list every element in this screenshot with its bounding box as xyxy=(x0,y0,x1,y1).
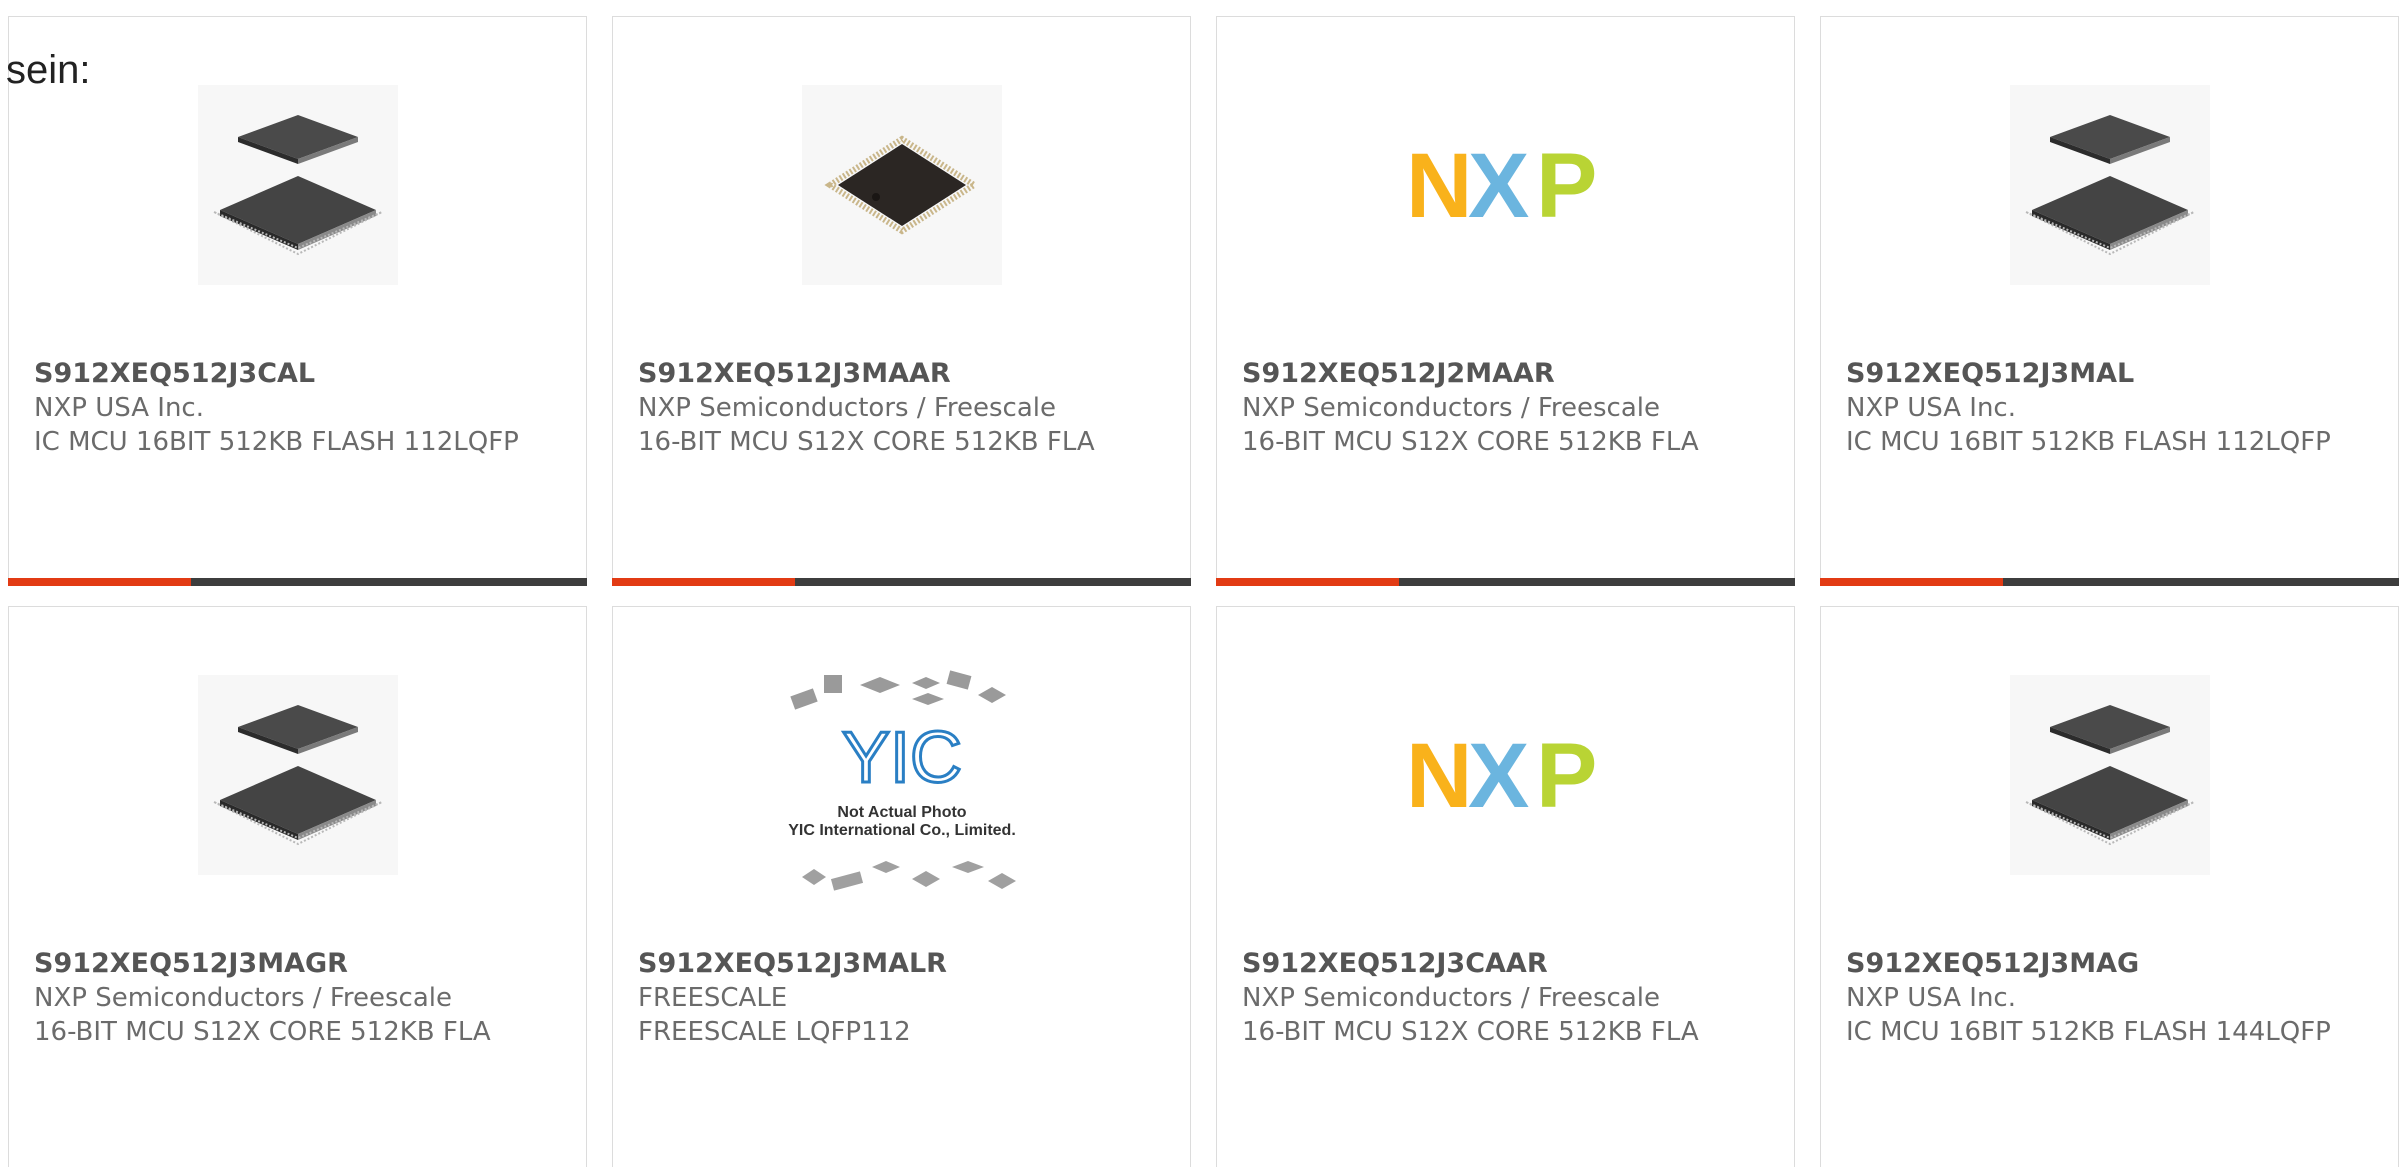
svg-text:P: P xyxy=(1536,145,1597,225)
description: 16-BIT MCU S12X CORE 512KB FLA xyxy=(1242,427,1699,457)
part-number-link[interactable]: S912XEQ512J3MAGR xyxy=(34,947,566,981)
manufacturer: FREESCALE xyxy=(638,983,788,1013)
product-card[interactable]: N X P S912XEQ512J2MAAR NXP Semiconductors / … xyxy=(1216,16,1795,586)
card-bottom-bar xyxy=(8,578,587,586)
part-number-link[interactable]: S912XEQ512J3MAL xyxy=(1846,357,2378,391)
svg-text:P: P xyxy=(1536,735,1597,815)
card-accent-bar xyxy=(8,578,191,586)
product-grid-page: sein: S912XEQ512J3CAL NXP USA Inc. IC MCU … xyxy=(0,0,2400,1167)
product-card[interactable]: S912XEQ512J3MAAR NXP Semiconductors / Fre… xyxy=(612,16,1191,586)
nxp-logo[interactable]: NXP xyxy=(1406,85,1606,285)
svg-text:X: X xyxy=(1468,145,1529,225)
product-info: S912XEQ512J3MAG NXP USA Inc. IC MCU 16BIT … xyxy=(1846,947,2378,1049)
manufacturer: NXP USA Inc. xyxy=(34,393,204,423)
svg-text:YIC International Co., Limited: YIC International Co., Limited. xyxy=(788,822,1016,839)
qfp-pair-icon[interactable] xyxy=(197,85,398,285)
product-card[interactable]: S912XEQ512J3MAG NXP USA Inc. IC MCU 16BIT … xyxy=(1820,606,2399,1167)
svg-text:Not Actual Photo: Not Actual Photo xyxy=(837,804,966,821)
intro-text: sein: xyxy=(6,48,91,92)
product-info: S912XEQ512J3MAL NXP USA Inc. IC MCU 16BIT … xyxy=(1846,357,2378,459)
card-bottom-bar xyxy=(1216,578,1795,586)
card-bottom-bar xyxy=(612,578,1191,586)
product-card[interactable]: YIC Not Actual Photo YIC International Co.… xyxy=(612,606,1191,1167)
manufacturer: NXP Semiconductors / Freescale xyxy=(1242,393,1661,423)
svg-text:N: N xyxy=(1406,145,1472,225)
product-card[interactable]: S912XEQ512J3MAGR NXP Semiconductors / Fre… xyxy=(8,606,587,1167)
description: 16-BIT MCU S12X CORE 512KB FLA xyxy=(34,1017,491,1047)
description: IC MCU 16BIT 512KB FLASH 112LQFP xyxy=(1846,427,2331,457)
description: FREESCALE LQFP112 xyxy=(638,1017,911,1047)
manufacturer: NXP Semiconductors / Freescale xyxy=(34,983,453,1013)
card-accent-bar xyxy=(1216,578,1399,586)
product-card[interactable]: S912XEQ512J3MAL NXP USA Inc. IC MCU 16BIT … xyxy=(1820,16,2399,586)
product-info: S912XEQ512J2MAAR NXP Semiconductors / Fre… xyxy=(1242,357,1774,459)
product-card[interactable]: S912XEQ512J3CAL NXP USA Inc. IC MCU 16BIT … xyxy=(8,16,587,586)
card-accent-bar xyxy=(612,578,795,586)
yic-placeholder[interactable]: YIC Not Actual Photo YIC International Co.… xyxy=(762,667,1042,907)
product-info: S912XEQ512J3CAAR NXP Semiconductors / Fre… xyxy=(1242,947,1774,1049)
description: 16-BIT MCU S12X CORE 512KB FLA xyxy=(638,427,1095,457)
qfp-pair-icon[interactable] xyxy=(2009,85,2210,285)
nxp-logo[interactable]: NXP xyxy=(1406,675,1606,875)
manufacturer: NXP Semiconductors / Freescale xyxy=(1242,983,1661,1013)
product-grid: S912XEQ512J3CAL NXP USA Inc. IC MCU 16BIT … xyxy=(8,16,2400,1167)
description: 16-BIT MCU S12X CORE 512KB FLA xyxy=(1242,1017,1699,1047)
part-number-link[interactable]: S912XEQ512J3MAG xyxy=(1846,947,2378,981)
part-number-link[interactable]: S912XEQ512J3MAAR xyxy=(638,357,1170,391)
svg-text:YIC: YIC xyxy=(841,718,961,798)
product-info: S912XEQ512J3MALR FREESCALE FREESCALE LQFP1… xyxy=(638,947,1170,1049)
description: IC MCU 16BIT 512KB FLASH 112LQFP xyxy=(34,427,519,457)
product-info: S912XEQ512J3MAAR NXP Semiconductors / Fre… xyxy=(638,357,1170,459)
qfp-chip-icon[interactable] xyxy=(801,85,1002,285)
card-accent-bar xyxy=(1820,578,2003,586)
manufacturer: NXP USA Inc. xyxy=(1846,393,2016,423)
description: IC MCU 16BIT 512KB FLASH 144LQFP xyxy=(1846,1017,2331,1047)
product-info: S912XEQ512J3CAL NXP USA Inc. IC MCU 16BIT … xyxy=(34,357,566,459)
card-bottom-bar xyxy=(1820,578,2399,586)
product-card[interactable]: N X P S912XEQ512J3CAAR NXP Semiconductors / … xyxy=(1216,606,1795,1167)
qfp-pair-icon[interactable] xyxy=(197,675,398,875)
part-number-link[interactable]: S912XEQ512J3CAL xyxy=(34,357,566,391)
svg-text:X: X xyxy=(1468,735,1529,815)
part-number-link[interactable]: S912XEQ512J3MALR xyxy=(638,947,1170,981)
qfp-pair-icon[interactable] xyxy=(2009,675,2210,875)
product-info: S912XEQ512J3MAGR NXP Semiconductors / Fre… xyxy=(34,947,566,1049)
part-number-link[interactable]: S912XEQ512J3CAAR xyxy=(1242,947,1774,981)
manufacturer: NXP USA Inc. xyxy=(1846,983,2016,1013)
manufacturer: NXP Semiconductors / Freescale xyxy=(638,393,1057,423)
part-number-link[interactable]: S912XEQ512J2MAAR xyxy=(1242,357,1774,391)
svg-text:N: N xyxy=(1406,735,1472,815)
